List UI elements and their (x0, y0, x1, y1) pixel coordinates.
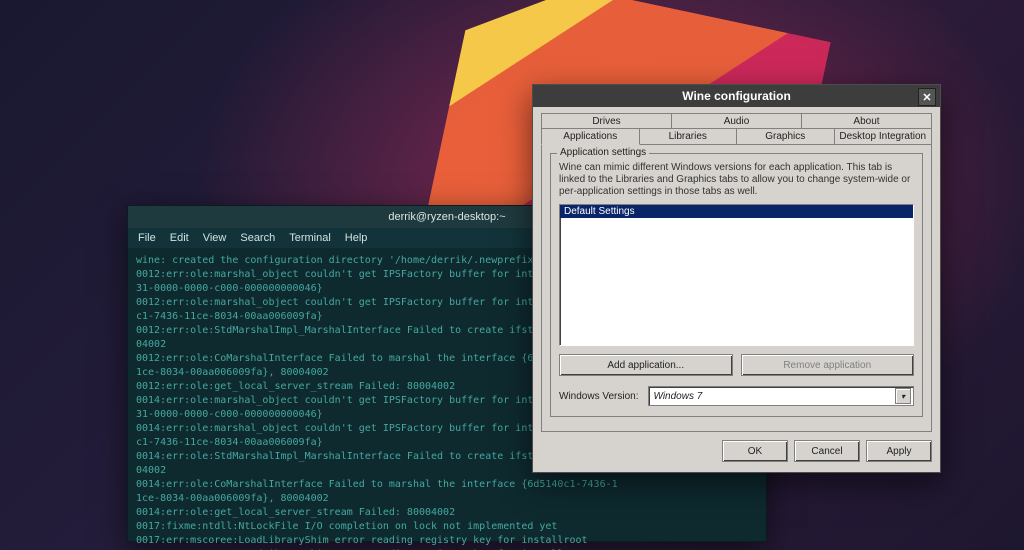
close-icon[interactable]: ✕ (918, 88, 936, 106)
tab-drives[interactable]: Drives (541, 113, 672, 129)
menu-file[interactable]: File (138, 231, 156, 245)
terminal-line: 0014:err:ole:get_local_server_stream Fai… (136, 506, 758, 520)
ok-button[interactable]: OK (722, 440, 788, 462)
list-buttons: Add application... Remove application (559, 354, 914, 376)
dialog-buttons: OK Cancel Apply (541, 440, 932, 462)
tab-applications[interactable]: Applications (541, 128, 640, 145)
tab-row-back: Drives Audio About (541, 113, 932, 129)
menu-help[interactable]: Help (345, 231, 368, 245)
tab-panel: Application settings Wine can mimic diff… (541, 144, 932, 432)
windows-version-label: Windows Version: (559, 391, 638, 402)
menu-view[interactable]: View (203, 231, 227, 245)
wine-body: Drives Audio About Applications Librarie… (533, 107, 940, 472)
terminal-line: 1ce-8034-00aa006009fa}, 80004002 (136, 492, 758, 506)
terminal-line: 0014:err:ole:CoMarshalInterface Failed t… (136, 478, 758, 492)
wine-titlebar[interactable]: Wine configuration ✕ (533, 85, 940, 107)
list-item[interactable]: Default Settings (560, 205, 913, 218)
windows-version-combo[interactable]: Windows 7 ▾ (648, 386, 914, 406)
application-settings-group: Application settings Wine can mimic diff… (550, 153, 923, 417)
chevron-down-icon[interactable]: ▾ (895, 388, 911, 404)
combo-value: Windows 7 (653, 391, 702, 402)
help-text: Wine can mimic different Windows version… (559, 162, 914, 198)
tab-desktop-integration[interactable]: Desktop Integration (835, 128, 933, 144)
tab-row-front: Applications Libraries Graphics Desktop … (541, 128, 932, 144)
windows-version-row: Windows Version: Windows 7 ▾ (559, 386, 914, 406)
wine-config-dialog: Wine configuration ✕ Drives Audio About … (532, 84, 941, 473)
cancel-button[interactable]: Cancel (794, 440, 860, 462)
terminal-line: 0017:err:mscoree:LoadLibraryShim error r… (136, 534, 758, 548)
tab-about[interactable]: About (802, 113, 932, 129)
tab-graphics[interactable]: Graphics (737, 128, 835, 144)
add-application-button[interactable]: Add application... (559, 354, 733, 376)
group-label: Application settings (557, 147, 649, 158)
terminal-line: 0017:fixme:ntdll:NtLockFile I/O completi… (136, 520, 758, 534)
tab-libraries[interactable]: Libraries (640, 128, 738, 144)
terminal-title: derrik@ryzen-desktop:~ (388, 210, 505, 224)
remove-application-button: Remove application (741, 354, 915, 376)
menu-terminal[interactable]: Terminal (289, 231, 331, 245)
menu-search[interactable]: Search (240, 231, 275, 245)
tab-audio[interactable]: Audio (672, 113, 802, 129)
menu-edit[interactable]: Edit (170, 231, 189, 245)
apply-button[interactable]: Apply (866, 440, 932, 462)
desktop: derrik@ryzen-desktop:~ — ▢ × File Edit V… (0, 0, 1024, 550)
wine-title: Wine configuration (682, 89, 791, 103)
applications-list[interactable]: Default Settings (559, 204, 914, 346)
